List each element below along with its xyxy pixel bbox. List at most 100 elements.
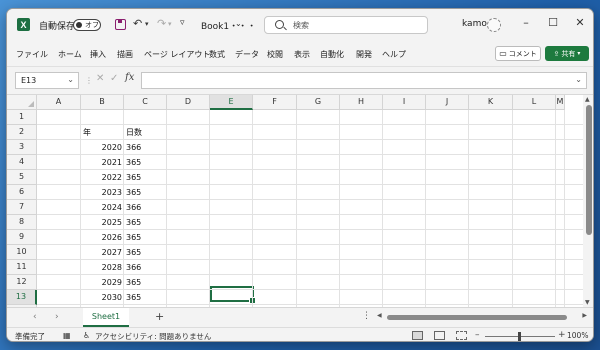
cell-year[interactable]: 2030 xyxy=(81,290,124,305)
file-name[interactable]: Book1・・・ xyxy=(201,19,256,32)
tab-insert[interactable]: 挿入 xyxy=(90,49,106,60)
cell-b2-year-header[interactable]: 年 xyxy=(81,125,124,140)
row-header-8[interactable]: 8 xyxy=(7,215,37,230)
column-header-h[interactable]: H xyxy=(340,95,383,110)
row-header-10[interactable]: 10 xyxy=(7,245,37,260)
maximize-icon[interactable]: ☐ xyxy=(544,16,562,29)
cell-year[interactable]: 2026 xyxy=(81,230,124,245)
next-sheet-icon[interactable]: › xyxy=(55,312,59,322)
column-header-d[interactable]: D xyxy=(167,95,210,110)
cell-days[interactable]: 365 xyxy=(124,215,167,230)
cell-days[interactable]: 366 xyxy=(124,200,167,215)
undo-dropdown-icon[interactable]: ▾ xyxy=(145,20,149,28)
normal-view-icon[interactable] xyxy=(412,331,423,340)
page-layout-view-icon[interactable] xyxy=(434,331,445,340)
cell-days[interactable]: 365 xyxy=(124,185,167,200)
tab-home[interactable]: ホーム xyxy=(58,49,82,60)
row-header-12[interactable]: 12 xyxy=(7,275,37,290)
add-sheet-icon[interactable]: + xyxy=(155,310,164,323)
cell-year[interactable]: 2021 xyxy=(81,155,124,170)
more-options-icon[interactable]: ⋮ xyxy=(362,311,371,321)
column-header-m[interactable]: M xyxy=(556,95,565,110)
zoom-slider-knob[interactable] xyxy=(518,332,521,341)
cell-year[interactable]: 2029 xyxy=(81,275,124,290)
page-break-view-icon[interactable] xyxy=(456,331,467,340)
scroll-right-icon[interactable]: ▶ xyxy=(582,312,587,319)
tab-view[interactable]: 表示 xyxy=(294,49,310,60)
avatar[interactable] xyxy=(487,18,501,32)
save-icon[interactable] xyxy=(115,19,126,30)
file-name-chevron-icon[interactable]: ⌄ xyxy=(235,19,242,28)
tab-automate[interactable]: 自動化 xyxy=(320,49,344,60)
tab-file[interactable]: ファイル xyxy=(16,49,48,60)
cell-year[interactable]: 2028 xyxy=(81,260,124,275)
zoom-level[interactable]: 100% xyxy=(567,331,588,340)
scroll-left-icon[interactable]: ◀ xyxy=(377,312,382,319)
row-header-13[interactable]: 13 xyxy=(7,290,37,305)
redo-dropdown-icon[interactable]: ▾ xyxy=(168,20,172,28)
zoom-out-icon[interactable]: – xyxy=(475,330,480,340)
column-header-k[interactable]: K xyxy=(469,95,513,110)
confirm-entry-icon[interactable]: ✓ xyxy=(110,73,118,84)
sheet-tab[interactable]: Sheet1 xyxy=(83,308,129,327)
macro-recording-icon[interactable]: ▦ xyxy=(63,331,71,340)
accessibility-icon[interactable]: ♿ xyxy=(83,331,90,340)
tab-data[interactable]: データ xyxy=(235,49,259,60)
comment-button[interactable]: ▭ コメント xyxy=(495,46,541,61)
share-button[interactable]: ⇪ 共有 ▾ xyxy=(545,46,589,61)
column-header-b[interactable]: B xyxy=(81,95,124,110)
cell-days[interactable]: 365 xyxy=(124,290,167,305)
tab-draw[interactable]: 描画 xyxy=(117,49,133,60)
horizontal-scroll-thumb[interactable] xyxy=(387,315,567,320)
prev-sheet-icon[interactable]: ‹ xyxy=(33,312,37,322)
formula-input[interactable]: ⌄ xyxy=(141,72,587,89)
row-header-11[interactable]: 11 xyxy=(7,260,37,275)
select-all-corner[interactable] xyxy=(7,95,37,110)
row-header-1[interactable]: 1 xyxy=(7,110,37,125)
cell-days[interactable]: 366 xyxy=(124,260,167,275)
spreadsheet-grid[interactable]: ABCDEFGHIJKLM1234567891011121314年日数20203… xyxy=(7,95,583,307)
user-name[interactable]: kamo xyxy=(462,19,487,29)
cell-days[interactable]: 365 xyxy=(124,170,167,185)
search-box[interactable]: 検索 xyxy=(264,16,428,34)
scroll-up-icon[interactable]: ▲ xyxy=(585,96,590,103)
name-box-dropdown-icon[interactable]: ⌄ xyxy=(67,75,74,84)
row-header-2[interactable]: 2 xyxy=(7,125,37,140)
cell-year[interactable]: 2027 xyxy=(81,245,124,260)
cell-days[interactable]: 365 xyxy=(124,245,167,260)
cell-days[interactable]: 366 xyxy=(124,140,167,155)
column-header-a[interactable]: A xyxy=(37,95,81,110)
cell-year[interactable]: 2022 xyxy=(81,170,124,185)
vertical-scroll-thumb[interactable] xyxy=(586,105,592,235)
cell-days[interactable]: 365 xyxy=(124,230,167,245)
name-box[interactable]: E13 ⌄ xyxy=(15,72,79,89)
column-header-j[interactable]: J xyxy=(426,95,469,110)
zoom-in-icon[interactable]: + xyxy=(558,330,566,340)
cell-days[interactable]: 365 xyxy=(124,155,167,170)
tab-review[interactable]: 校閲 xyxy=(267,49,283,60)
cell-days[interactable]: 365 xyxy=(124,275,167,290)
column-header-l[interactable]: L xyxy=(513,95,556,110)
autosave-toggle[interactable]: オフ xyxy=(73,19,101,31)
undo-icon[interactable]: ↶ xyxy=(133,17,142,30)
cell-c2-days-header[interactable]: 日数 xyxy=(124,125,167,140)
cell-year[interactable]: 2023 xyxy=(81,185,124,200)
minimize-icon[interactable]: – xyxy=(517,16,535,29)
column-header-f[interactable]: F xyxy=(253,95,297,110)
row-header-5[interactable]: 5 xyxy=(7,170,37,185)
horizontal-scrollbar[interactable]: ◀ ▶ xyxy=(377,312,587,322)
row-header-3[interactable]: 3 xyxy=(7,140,37,155)
tab-page-layout[interactable]: ページ レイアウト xyxy=(144,49,210,60)
close-icon[interactable]: ✕ xyxy=(571,16,589,29)
accessibility-status[interactable]: アクセシビリティ: 問題ありません xyxy=(95,331,211,341)
scroll-down-icon[interactable]: ▼ xyxy=(585,299,590,306)
expand-formula-bar-icon[interactable]: ⌄ xyxy=(575,75,582,84)
cancel-entry-icon[interactable]: ✕ xyxy=(96,73,104,84)
cell-year[interactable]: 2024 xyxy=(81,200,124,215)
tab-developer[interactable]: 開発 xyxy=(356,49,372,60)
row-header-6[interactable]: 6 xyxy=(7,185,37,200)
cell-year[interactable]: 2025 xyxy=(81,215,124,230)
tab-formulas[interactable]: 数式 xyxy=(209,49,225,60)
column-header-e[interactable]: E xyxy=(210,95,253,110)
customize-qat-icon[interactable]: ▿ xyxy=(180,18,185,28)
